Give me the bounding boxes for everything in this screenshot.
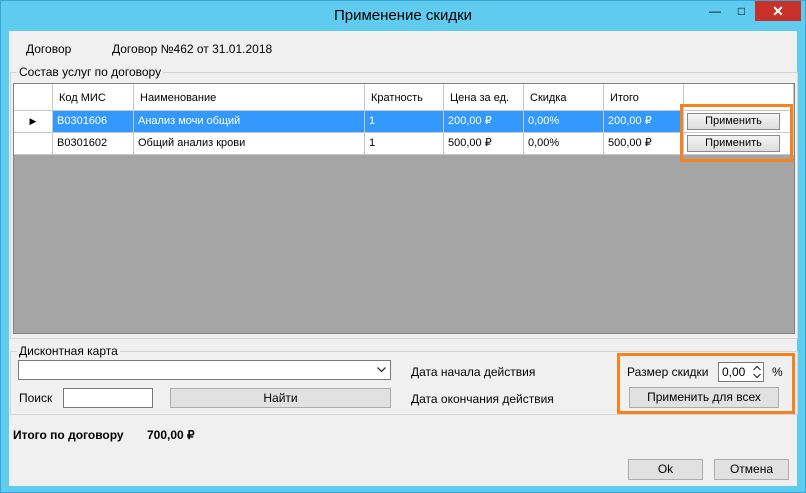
search-input[interactable] [63,388,153,408]
row-marker [14,133,53,155]
row-marker-icon: ▶ [14,111,53,133]
search-label: Поиск [19,391,53,405]
cell-multiplicity[interactable]: 1 [365,111,444,133]
dialog-body: Договор Договор №462 от 31.01.2018 Соста… [9,31,798,486]
discount-card-combo[interactable] [18,360,391,380]
cell-code[interactable]: B0301606 [53,111,134,133]
cell-price[interactable]: 200,00 ₽ [444,111,524,133]
cell-total[interactable]: 200,00 ₽ [604,111,684,133]
table-row[interactable]: B0301602 Общий анализ крови 1 500,00 ₽ 0… [14,133,794,155]
start-date-label: Дата начала действия [411,365,536,379]
maximize-button[interactable]: □ [728,1,755,21]
minimize-button[interactable]: — [702,1,728,21]
cell-name[interactable]: Анализ мочи общий [134,111,365,133]
discount-size-highlight [617,353,795,414]
ok-button[interactable]: Ok [628,459,703,480]
cell-discount[interactable]: 0,00% [524,133,604,155]
header-marker [14,84,53,111]
cell-price[interactable]: 500,00 ₽ [444,133,524,155]
grid-header: Код МИС Наименование Кратность Цена за е… [14,84,794,111]
contract-value: Договор №462 от 31.01.2018 [112,42,273,56]
header-price[interactable]: Цена за ед. [444,84,524,111]
contract-total-label: Итого по договору [13,428,124,442]
window-title: Применение скидки [333,7,473,24]
cell-discount[interactable]: 0,00% [524,111,604,133]
header-code[interactable]: Код МИС [53,84,134,111]
cell-code[interactable]: B0301602 [53,133,134,155]
end-date-label: Дата окончания действия [411,392,554,406]
table-row[interactable]: ▶ B0301606 Анализ мочи общий 1 200,00 ₽ … [14,111,794,133]
services-grid[interactable]: Код МИС Наименование Кратность Цена за е… [13,83,795,334]
apply-buttons-highlight [680,104,793,162]
header-total[interactable]: Итого [604,84,684,111]
cell-name[interactable]: Общий анализ крови [134,133,365,155]
header-name[interactable]: Наименование [134,84,365,111]
discount-card-title: Дисконтная карта [17,344,120,358]
title-bar[interactable]: Применение скидки — □ ✕ [1,1,805,31]
find-button[interactable]: Найти [170,388,391,408]
cell-total[interactable]: 500,00 ₽ [604,133,684,155]
close-button[interactable]: ✕ [755,1,801,21]
services-group-title: Состав услуг по договору [17,65,164,79]
cancel-button[interactable]: Отмена [714,459,789,480]
header-discount[interactable]: Скидка [524,84,604,111]
dialog-window: Применение скидки — □ ✕ Договор Договор … [0,0,806,493]
contract-label: Договор [26,42,72,56]
chevron-down-icon[interactable] [377,367,386,373]
header-multiplicity[interactable]: Кратность [365,84,444,111]
cell-multiplicity[interactable]: 1 [365,133,444,155]
contract-total-value: 700,00 ₽ [147,428,195,442]
